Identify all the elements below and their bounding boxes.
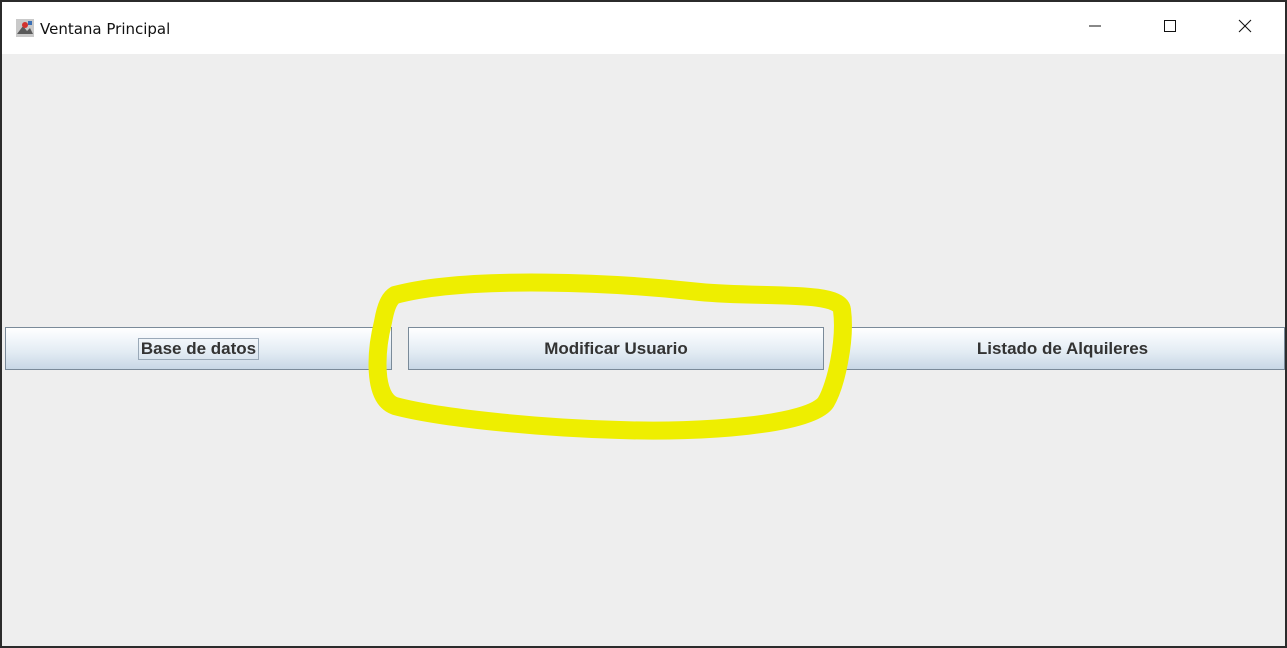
main-window: Ventana Principal Base de datos Modifica… — [0, 0, 1287, 648]
close-button[interactable] — [1215, 4, 1275, 52]
modificar-usuario-label: Modificar Usuario — [544, 338, 688, 358]
window-title: Ventana Principal — [40, 20, 171, 38]
title-bar[interactable]: Ventana Principal — [2, 2, 1285, 54]
maximize-icon — [1163, 19, 1177, 38]
close-icon — [1238, 19, 1252, 38]
maximize-button[interactable] — [1140, 4, 1200, 52]
java-app-icon — [16, 19, 34, 37]
listado-alquileres-button[interactable]: Listado de Alquileres — [840, 327, 1285, 370]
minimize-button[interactable] — [1065, 4, 1125, 52]
base-de-datos-label: Base de datos — [137, 337, 260, 360]
listado-alquileres-label: Listado de Alquileres — [976, 338, 1149, 358]
modificar-usuario-button[interactable]: Modificar Usuario — [408, 327, 824, 370]
content-panel: Base de datos Modificar Usuario Listado … — [2, 54, 1285, 646]
minimize-icon — [1088, 19, 1102, 38]
base-de-datos-button[interactable]: Base de datos — [5, 327, 392, 370]
